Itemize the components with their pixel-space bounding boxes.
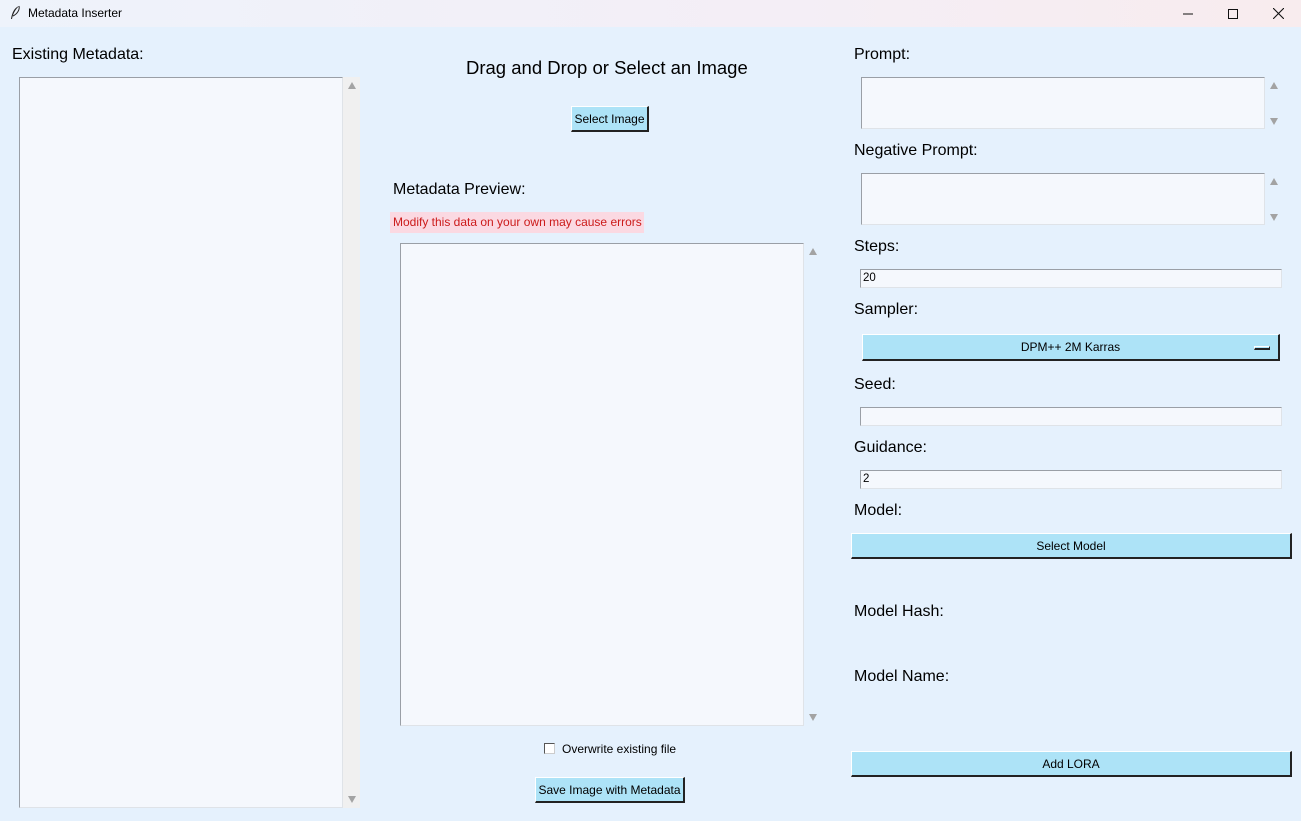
model-label: Model:	[854, 502, 903, 519]
minimize-icon	[1183, 13, 1193, 14]
negative-prompt-scrollbar[interactable]	[1265, 173, 1282, 225]
overwrite-label[interactable]: Overwrite existing file	[562, 742, 676, 756]
seed-label: Seed:	[854, 376, 896, 393]
save-image-button[interactable]: Save Image with Metadata	[535, 777, 685, 803]
steps-input[interactable]: 20	[860, 269, 1282, 288]
scroll-up-icon[interactable]	[347, 82, 356, 89]
existing-metadata-label: Existing Metadata:	[12, 46, 144, 63]
close-button[interactable]	[1255, 0, 1301, 27]
scroll-down-icon[interactable]	[1269, 118, 1278, 125]
sampler-dropdown[interactable]: DPM++ 2M Karras	[862, 334, 1280, 361]
metadata-preview-label: Metadata Preview:	[393, 181, 526, 198]
maximize-icon	[1228, 8, 1238, 19]
close-icon	[1272, 8, 1284, 19]
steps-label: Steps:	[854, 238, 900, 255]
existing-metadata-scrollbar[interactable]	[343, 77, 360, 808]
select-model-button[interactable]: Select Model	[851, 533, 1292, 559]
minimize-button[interactable]	[1165, 0, 1211, 27]
model-hash-label: Model Hash:	[854, 603, 944, 620]
existing-metadata-text[interactable]	[19, 77, 343, 808]
scroll-up-icon[interactable]	[1269, 178, 1278, 185]
model-name-label: Model Name:	[854, 668, 950, 685]
select-image-button[interactable]: Select Image	[571, 106, 649, 132]
negative-prompt-label: Negative Prompt:	[854, 142, 978, 159]
window-title: Metadata Inserter	[28, 6, 123, 20]
title-bar[interactable]: Metadata Inserter	[0, 0, 1301, 27]
scroll-down-icon[interactable]	[808, 714, 817, 721]
feather-icon	[11, 5, 20, 19]
prompt-text[interactable]	[861, 77, 1265, 129]
drop-heading: Drag and Drop or Select an Image	[466, 57, 748, 78]
warning-text: Modify this data on your own may cause e…	[390, 212, 644, 233]
sampler-label: Sampler:	[854, 301, 919, 318]
scroll-up-icon[interactable]	[1269, 82, 1278, 89]
add-lora-button[interactable]: Add LORA	[851, 751, 1292, 777]
prompt-label: Prompt:	[854, 46, 911, 63]
metadata-preview-text[interactable]	[400, 243, 804, 726]
seed-input[interactable]	[860, 407, 1282, 426]
dropdown-indicator-icon	[1254, 346, 1270, 350]
prompt-scrollbar[interactable]	[1265, 77, 1282, 129]
scroll-up-icon[interactable]	[808, 248, 817, 255]
guidance-input[interactable]: 2	[860, 470, 1282, 489]
sampler-value: DPM++ 2M Karras	[1020, 340, 1121, 354]
metadata-preview-scrollbar[interactable]	[804, 243, 821, 726]
guidance-label: Guidance:	[854, 439, 927, 456]
overwrite-checkbox[interactable]	[544, 743, 555, 754]
scroll-down-icon[interactable]	[1269, 214, 1278, 221]
negative-prompt-text[interactable]	[861, 173, 1265, 225]
scroll-down-icon[interactable]	[347, 796, 356, 803]
maximize-button[interactable]	[1210, 0, 1256, 27]
